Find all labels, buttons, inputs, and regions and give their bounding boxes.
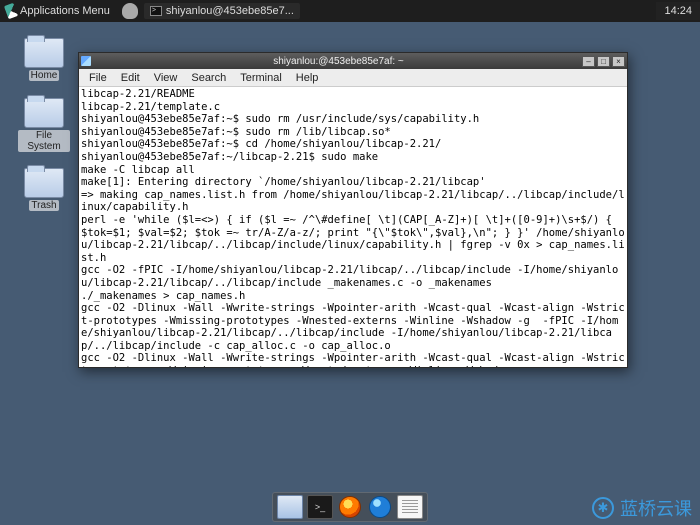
firefox-icon: [339, 496, 361, 518]
watermark: ✱ 蓝桥云课: [592, 495, 692, 521]
applications-menu-button[interactable]: Applications Menu: [0, 4, 116, 18]
bottom-dock: [272, 492, 428, 522]
menu-view[interactable]: View: [148, 71, 184, 85]
desktop-icon-filesystem[interactable]: File System: [18, 98, 70, 152]
dock-firefox[interactable]: [337, 495, 363, 519]
terminal-icon: [150, 6, 162, 16]
dock-file-manager[interactable]: [277, 495, 303, 519]
desktop-icon-label: File System: [18, 130, 70, 152]
user-icon[interactable]: [122, 3, 138, 19]
dock-browser[interactable]: [367, 495, 393, 519]
dock-text-editor[interactable]: [397, 495, 423, 519]
window-maximize-button[interactable]: □: [597, 56, 610, 67]
window-minimize-button[interactable]: –: [582, 56, 595, 67]
terminal-output[interactable]: libcap-2.21/README libcap-2.21/template.…: [79, 87, 627, 367]
folder-icon: [24, 38, 64, 68]
menu-file[interactable]: File: [83, 71, 113, 85]
panel-clock[interactable]: 14:24: [656, 2, 700, 20]
menu-terminal[interactable]: Terminal: [234, 71, 288, 85]
terminal-window: shiyanlou:@453ebe85e7af: ~ – □ × File Ed…: [78, 52, 628, 368]
desktop-icon-home[interactable]: Home: [18, 38, 70, 81]
desktop-icon-trash[interactable]: Trash: [18, 168, 70, 211]
taskbar-terminal-label: shiyanlou@453ebe85e7...: [166, 5, 294, 17]
globe-icon: [369, 496, 391, 518]
watermark-text: 蓝桥云课: [620, 495, 692, 521]
dock-terminal[interactable]: [307, 495, 333, 519]
desktop-icon-label: Home: [29, 70, 60, 81]
menu-search[interactable]: Search: [185, 71, 232, 85]
menu-help[interactable]: Help: [290, 71, 325, 85]
taskbar-terminal-button[interactable]: shiyanlou@453ebe85e7...: [144, 3, 300, 19]
panel-left: Applications Menu shiyanlou@453ebe85e7..…: [0, 3, 300, 19]
window-titlebar[interactable]: shiyanlou:@453ebe85e7af: ~ – □ ×: [79, 53, 627, 69]
folder-icon: [24, 98, 64, 128]
desktop-icon-label: Trash: [29, 200, 58, 211]
terminal-menubar: File Edit View Search Terminal Help: [79, 69, 627, 87]
clock-text: 14:24: [664, 5, 692, 17]
window-app-icon: [81, 56, 91, 66]
window-title: shiyanlou:@453ebe85e7af: ~: [95, 56, 582, 67]
window-close-button[interactable]: ×: [612, 56, 625, 67]
top-panel: Applications Menu shiyanlou@453ebe85e7..…: [0, 0, 700, 22]
applications-menu-label: Applications Menu: [20, 5, 110, 17]
xfce-mouse-icon: [4, 3, 18, 20]
trash-icon: [24, 168, 64, 198]
watermark-logo-icon: ✱: [592, 497, 614, 519]
window-buttons: – □ ×: [582, 56, 625, 67]
menu-edit[interactable]: Edit: [115, 71, 146, 85]
